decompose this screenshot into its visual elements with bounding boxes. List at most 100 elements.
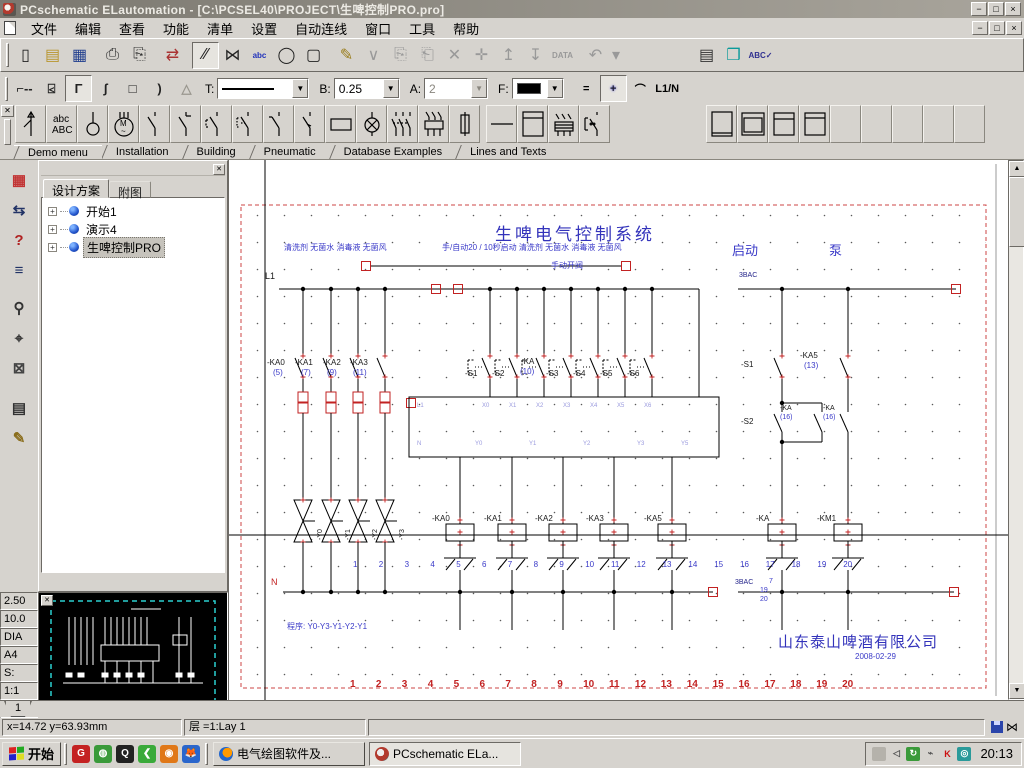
undo-dropdown-button[interactable]: ▾ <box>609 41 623 69</box>
curve-tool-button[interactable]: ʃ <box>92 75 119 102</box>
object-list-icon[interactable]: ≡ <box>6 258 32 282</box>
app-icon[interactable] <box>3 2 16 16</box>
page-tab-1[interactable]: 1 <box>4 701 32 717</box>
tree-item-演示4[interactable]: + 演示4 <box>44 220 222 238</box>
angle-combo[interactable]: A: 2 ▼ <box>410 78 489 99</box>
net-label-button[interactable]: L1/N <box>653 75 681 102</box>
menu-功能[interactable]: 功能 <box>154 20 198 39</box>
explorer-close-icon[interactable]: ✕ <box>213 163 225 175</box>
arc-segment-button[interactable]: ⌒ <box>626 75 654 102</box>
preview-close-icon[interactable]: ✕ <box>41 595 53 606</box>
area-tool-button[interactable]: ▢ <box>300 41 327 69</box>
parallel-lines-button[interactable]: = <box>572 75 600 102</box>
save-button[interactable]: ▦ <box>66 41 93 69</box>
document-restore-button[interactable]: □ <box>989 21 1005 35</box>
symbol-button-wire-pointer[interactable] <box>15 105 46 143</box>
tray-update-icon[interactable]: ↻ <box>906 746 921 761</box>
task-button-PCschematic ELa...[interactable]: PCschematic ELa... <box>369 741 522 766</box>
deselect-icon[interactable]: ⊠ <box>6 356 32 380</box>
sidebar-tab-设计方案[interactable]: 设计方案 <box>43 179 110 198</box>
open-button[interactable]: ▤ <box>39 41 66 69</box>
symbol-button-panel-box-b[interactable] <box>737 105 768 143</box>
menu-文件[interactable]: 文件 <box>22 20 66 39</box>
page-browse-icon[interactable]: ⇆ <box>6 198 32 222</box>
sidebar-tab-附图[interactable]: 附图 <box>109 181 152 200</box>
pencil-tool-button[interactable]: ✎ <box>333 41 360 69</box>
symbol-button-contact-box2[interactable] <box>232 105 263 143</box>
scroll-up-icon[interactable]: ▲ <box>1009 161 1024 177</box>
text-tool-button[interactable]: abc <box>246 41 273 69</box>
symbol-button-line[interactable] <box>486 105 517 143</box>
delete-button[interactable]: ✕ <box>441 41 468 69</box>
document-close-button[interactable]: × <box>1006 21 1022 35</box>
color-dropdown-icon[interactable]: ▼ <box>546 79 563 98</box>
spellcheck-button[interactable]: ABC✓ <box>747 41 774 69</box>
tray-volume-icon[interactable]: ◁ <box>889 746 904 761</box>
mdi-document-icon[interactable] <box>4 21 16 35</box>
undo-button[interactable]: ↶ <box>582 41 609 69</box>
arc-tool-button[interactable]: ) <box>146 75 173 102</box>
symbol-button-panel-box-c[interactable] <box>768 105 799 143</box>
explorer-header[interactable]: ✕ <box>41 163 225 176</box>
symbol-button-contact-nc[interactable] <box>170 105 201 143</box>
junction-point-button[interactable]: + <box>599 75 627 102</box>
move-button[interactable]: ✛ <box>468 41 495 69</box>
symbol-button-contact-dots[interactable] <box>579 105 610 143</box>
symbol-button-text-abc[interactable]: abc ABC <box>46 105 77 143</box>
right-angle-tool-button[interactable]: Γ <box>65 75 92 102</box>
tab-demo-menu[interactable]: Demo menu <box>14 145 102 159</box>
symbol-button-contact-p[interactable] <box>263 105 294 143</box>
menu-查看[interactable]: 查看 <box>110 20 154 39</box>
tab-installation[interactable]: Installation <box>102 145 183 159</box>
scroll-down-icon[interactable]: ▼ <box>1009 683 1024 699</box>
transfer-down-button[interactable]: ↧ <box>522 41 549 69</box>
tab-building[interactable]: Building <box>183 145 250 159</box>
tree-item-开始1[interactable]: + 开始1 <box>44 202 222 220</box>
window-minimize-button[interactable]: − <box>971 2 987 16</box>
doc-edit-icon[interactable]: ✎ <box>6 426 32 450</box>
tray-camera-icon[interactable]: ◎ <box>957 746 972 761</box>
tray-kaspersky-icon[interactable]: K <box>940 746 955 761</box>
tab-pneumatic[interactable]: Pneumatic <box>250 145 330 159</box>
symbol-button-contact-no[interactable] <box>139 105 170 143</box>
scroll-thumb[interactable] <box>1009 177 1024 247</box>
angle-line-tool-button[interactable]: ⍃ <box>38 75 65 102</box>
page-preview[interactable]: ✕ <box>38 592 228 716</box>
menu-窗口[interactable]: 窗口 <box>356 20 400 39</box>
drawing-canvas[interactable]: 生啤电气控制系统 山东泰山啤酒有限公司 2008-02-29 程序: Y0-Y3… <box>228 160 1008 700</box>
line-type-dropdown-icon[interactable]: ▼ <box>292 79 309 98</box>
title-bar[interactable]: PCschematic ELautomation - [C:\PCSEL40\P… <box>0 0 1024 18</box>
snap-grid-icon[interactable]: ▦ <box>6 168 32 192</box>
menu-工具[interactable]: 工具 <box>400 20 444 39</box>
transfer-up-button[interactable]: ↥ <box>495 41 522 69</box>
line-width-dropdown-icon[interactable]: ▼ <box>382 79 399 98</box>
start-button[interactable]: 开始 <box>2 741 62 766</box>
object-lister-button[interactable]: ▤ <box>693 41 720 69</box>
rectangle-tool-button[interactable]: □ <box>119 75 146 102</box>
line-width-combo[interactable]: B: 0.25 ▼ <box>319 78 400 99</box>
symbolbar-grip[interactable] <box>4 119 11 145</box>
paste-button[interactable]: ⎗ <box>414 41 441 69</box>
polyline-tool-button[interactable]: ⌐-- <box>11 75 38 102</box>
symbolbar-close-icon[interactable]: ✕ <box>1 105 14 117</box>
lines-tool-button[interactable]: ∕∕ <box>192 41 219 69</box>
tree-expander-icon[interactable]: + <box>48 224 57 234</box>
print-button[interactable]: ⎙ <box>99 41 126 69</box>
toolbar-grip[interactable] <box>6 43 9 67</box>
rename-symbols-button[interactable]: ⇄ <box>159 41 186 69</box>
window-restore-button[interactable]: □ <box>988 2 1004 16</box>
tree-expander-icon[interactable]: + <box>48 206 57 216</box>
tab-lines-and-texts[interactable]: Lines and Texts <box>456 145 560 159</box>
window-close-button[interactable]: × <box>1005 2 1021 16</box>
menu-自动连线[interactable]: 自动连线 <box>286 20 356 39</box>
task-button-电气绘图软件及...[interactable]: 电气绘图软件及... <box>213 741 366 766</box>
symbol-menu-button[interactable]: ❒ <box>720 41 747 69</box>
symbol-button-contact-b[interactable] <box>294 105 325 143</box>
symbol-button-contact-box[interactable] <box>201 105 232 143</box>
symbol-button-contactor-assembly[interactable] <box>548 105 579 143</box>
tree-expander-icon[interactable]: + <box>48 242 57 252</box>
ql-parrot-icon[interactable]: ❮ <box>138 744 157 763</box>
symbol-button-panel-box-a[interactable] <box>706 105 737 143</box>
symbol-button-panel-box[interactable] <box>517 105 548 143</box>
symbol-button-panel-box-d[interactable] <box>799 105 830 143</box>
